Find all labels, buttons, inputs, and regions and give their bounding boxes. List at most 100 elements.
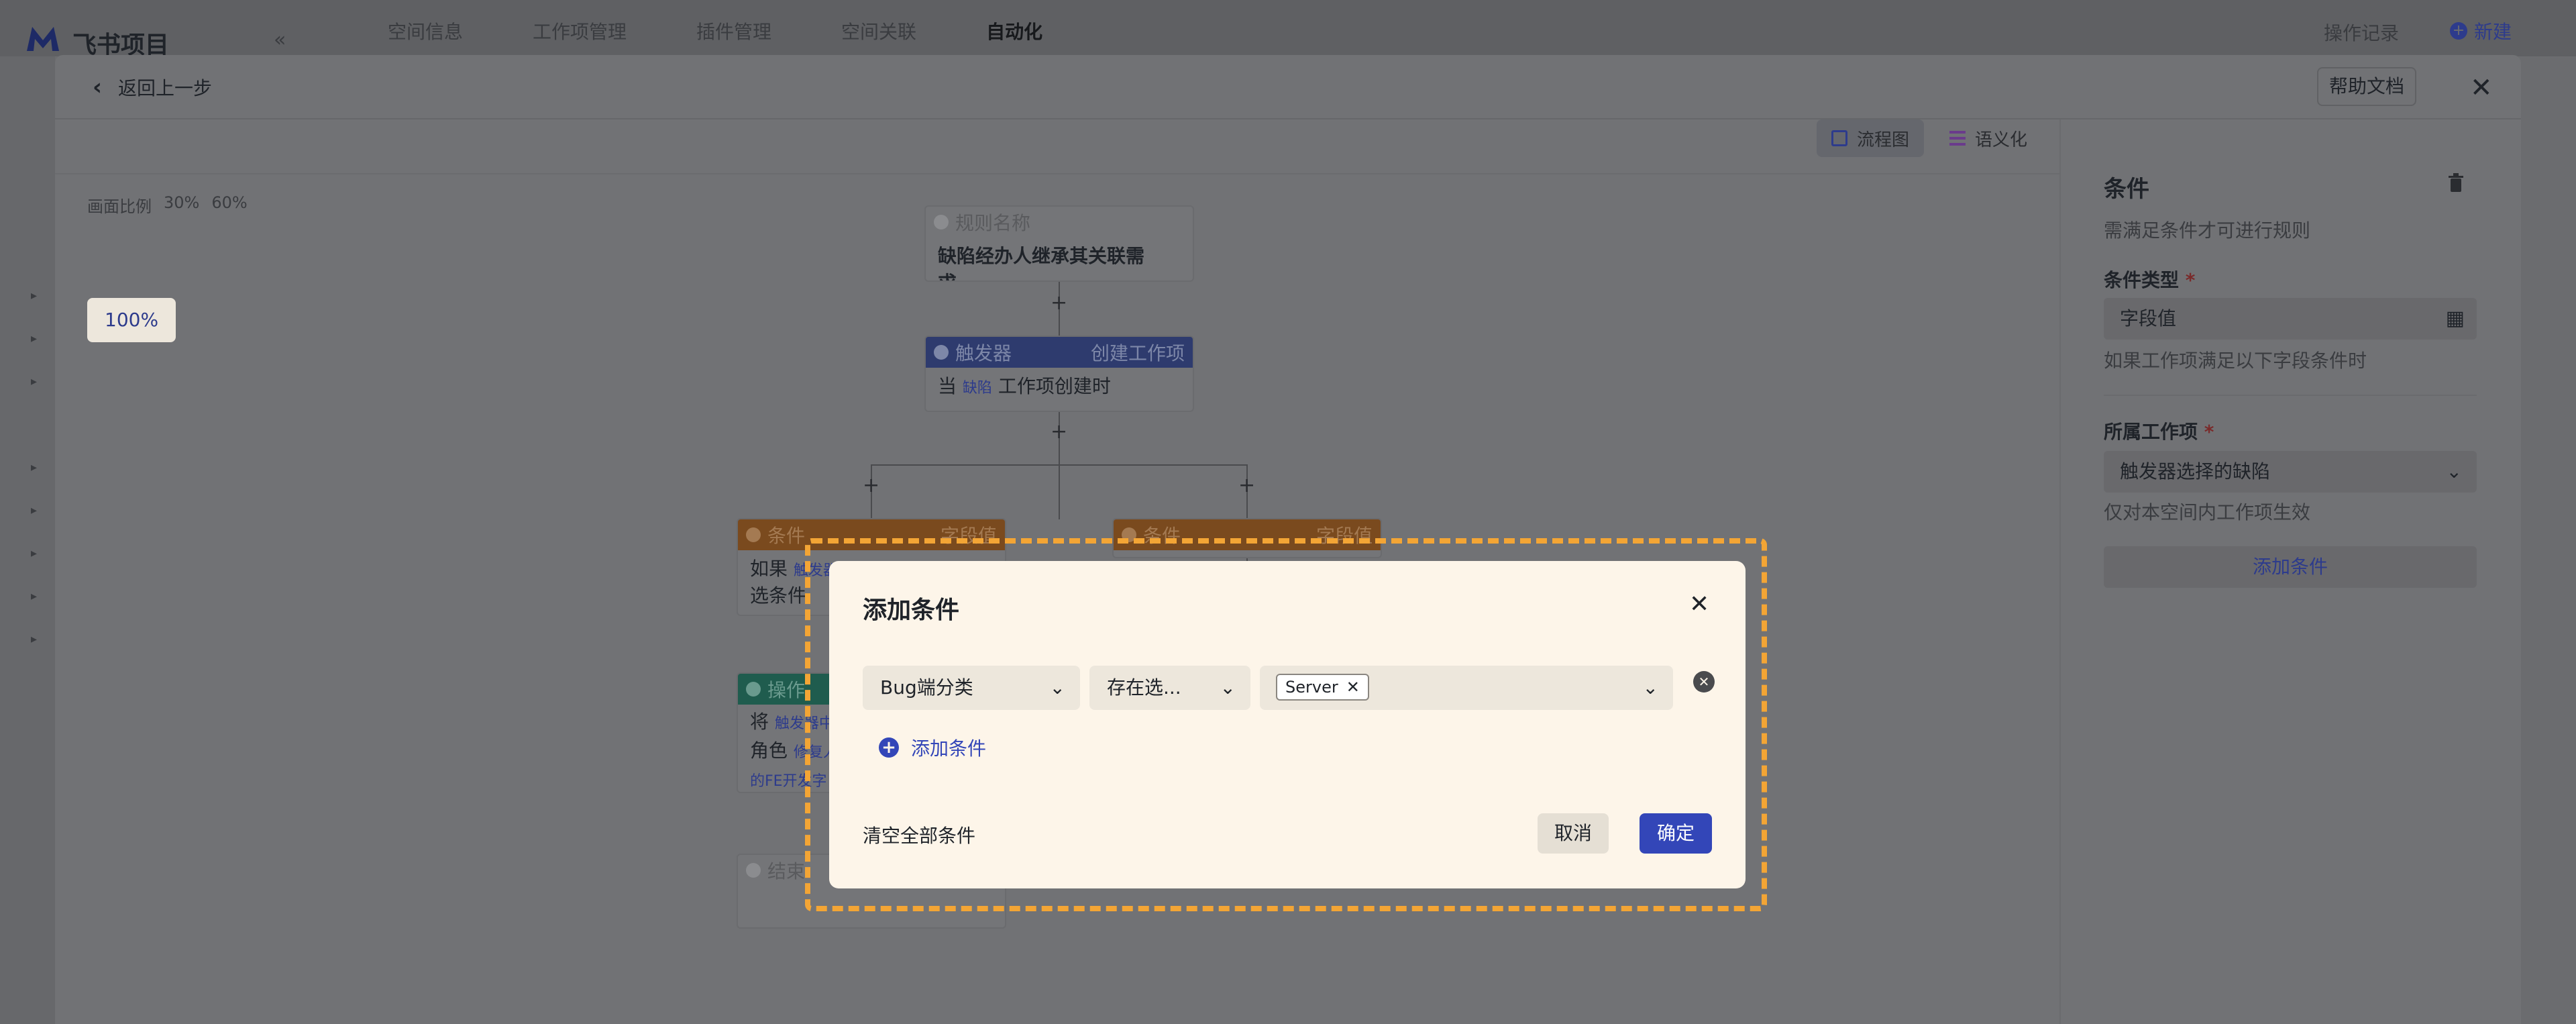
condition-text: 选条件: [750, 584, 807, 607]
add-condition-button[interactable]: 添加条件: [2104, 546, 2477, 588]
divider: [2104, 395, 2477, 396]
zoom-label: 画面比例: [87, 197, 152, 216]
condition-node-title: 条件: [767, 525, 806, 547]
operation-record-link[interactable]: 操作记录: [2324, 19, 2399, 46]
action-icon: [746, 682, 761, 697]
sidebar-arrow-icon[interactable]: ▸: [31, 503, 44, 517]
tab-semantic-label: 语义化: [1974, 130, 2027, 150]
top-nav: 空间信息 工作项管理 插件管理 空间关联 自动化: [388, 17, 1112, 44]
zoom-100[interactable]: 100%: [87, 298, 176, 342]
condition-type-select[interactable]: 字段值 ▦: [2104, 298, 2477, 340]
config-title: 条件: [2104, 176, 2149, 203]
trigger-node-title: 触发器: [955, 342, 1012, 364]
sidebar-arrow-icon[interactable]: ▸: [31, 546, 44, 560]
back-button[interactable]: ‹ 返回上一步: [93, 74, 212, 101]
nav-space-link[interactable]: 空间关联: [841, 17, 916, 44]
rule-node-body: 缺陷经办人继承其关联需求...: [938, 245, 1145, 280]
add-node-icon[interactable]: +: [1051, 420, 1067, 444]
sidebar-arrow-icon[interactable]: ▸: [31, 460, 44, 474]
zoom-control: 画面比例 30% 60% 100%: [87, 193, 248, 342]
confirm-button[interactable]: 确定: [1640, 813, 1712, 854]
chevron-down-icon: ⌄: [2446, 460, 2462, 482]
config-description: 需满足条件才可进行规则: [2104, 219, 2311, 242]
collapse-icon[interactable]: «: [274, 28, 286, 52]
condition-text: 如果: [750, 558, 788, 580]
chevron-down-icon: ⌄: [1642, 676, 1658, 699]
rule-node-title: 规则名称: [955, 212, 1031, 234]
trigger-node-head: 触发器 创建工作项: [926, 337, 1193, 368]
value-chip-label: Server: [1285, 678, 1338, 697]
operator-value: 存在选...: [1107, 676, 1181, 699]
sidebar-arrow-icon[interactable]: ▸: [31, 374, 44, 389]
app-logo-icon: [27, 27, 59, 51]
sidebar-arrow-icon[interactable]: ▸: [31, 589, 44, 603]
add-node-icon[interactable]: +: [863, 474, 879, 497]
condition-type-label-text: 条件类型: [2104, 269, 2180, 291]
canvas-toolbar: [55, 121, 2059, 174]
sidebar-arrow-icon[interactable]: ▸: [31, 289, 44, 303]
work-item-value: 触发器选择的缺陷: [2120, 460, 2271, 482]
sidebar-arrow-icon[interactable]: ▸: [31, 331, 44, 346]
add-condition-link[interactable]: + 添加条件: [879, 734, 986, 761]
trigger-node[interactable]: 触发器 创建工作项 当 缺陷 工作项创建时: [924, 336, 1194, 412]
field-select[interactable]: Bug端分类 ⌄: [863, 666, 1080, 710]
add-node-icon[interactable]: +: [1238, 474, 1255, 497]
trash-icon[interactable]: [2447, 173, 2465, 192]
add-condition-dialog: 添加条件 ✕ Bug端分类 ⌄ 存在选... ⌄ Server ✕ ⌄ ✕ + …: [829, 561, 1746, 888]
sidebar-arrow-icon[interactable]: ▸: [31, 632, 44, 646]
rule-node-head: 规则名称: [926, 207, 1193, 238]
new-button[interactable]: + 新建: [2450, 17, 2512, 44]
cancel-button[interactable]: 取消: [1538, 813, 1609, 854]
plus-icon: +: [2450, 22, 2467, 40]
end-node-title: 结束: [767, 860, 806, 882]
chevron-down-icon: ⌄: [1220, 676, 1236, 699]
tab-flow-label: 流程图: [1856, 130, 1909, 150]
add-condition-label: 添加条件: [911, 737, 987, 760]
condition-type-label: 条件类型 *: [2104, 266, 2195, 293]
action-text: 角色: [750, 739, 788, 762]
flowchart-icon: [1831, 130, 1847, 146]
close-icon[interactable]: ✕: [1689, 591, 1709, 618]
dialog-title: 添加条件: [863, 597, 960, 624]
work-item-select[interactable]: 触发器选择的缺陷 ⌄: [2104, 451, 2477, 493]
zoom-30[interactable]: 30%: [164, 193, 199, 217]
work-item-note: 仅对本空间内工作项生效: [2104, 501, 2311, 523]
field-value: Bug端分类: [880, 676, 973, 699]
close-icon[interactable]: ✕: [2470, 72, 2493, 103]
new-button-label: 新建: [2474, 21, 2512, 43]
stop-icon: [746, 863, 761, 878]
required-mark: *: [2204, 421, 2214, 443]
nav-workitem[interactable]: 工作项管理: [533, 17, 627, 44]
sidebar: ▸ ▸ ▸ ▸ ▸ ▸ ▸ ▸: [0, 56, 55, 1024]
trigger-text: 当: [938, 375, 957, 397]
chevron-down-icon: ⌄: [1049, 676, 1065, 699]
help-doc-button[interactable]: 帮助文档: [2317, 67, 2416, 106]
chevron-left-icon: ‹: [93, 74, 103, 101]
action-text: 将: [750, 711, 769, 733]
clear-all-conditions-button[interactable]: 清空全部条件: [863, 821, 975, 848]
tab-semantic-view[interactable]: 语义化: [1941, 119, 2035, 157]
rule-name-node[interactable]: 规则名称 缺陷经办人继承其关联需求...: [924, 205, 1194, 282]
remove-condition-icon[interactable]: ✕: [1693, 671, 1715, 693]
filter-icon: [746, 527, 761, 542]
trigger-node-body: 当 缺陷 工作项创建时: [926, 368, 1193, 403]
nav-space-info[interactable]: 空间信息: [388, 17, 463, 44]
trigger-item-chip: 缺陷: [962, 380, 992, 397]
list-icon: [1949, 131, 1966, 146]
nav-automation[interactable]: 自动化: [986, 17, 1042, 44]
nav-plugin[interactable]: 插件管理: [696, 17, 771, 44]
trigger-icon: [934, 345, 949, 360]
connector: [871, 464, 1246, 466]
value-select[interactable]: Server ✕ ⌄: [1260, 666, 1673, 710]
value-chip: Server ✕: [1276, 674, 1369, 701]
divider: [2059, 119, 2061, 1024]
tab-flow-view[interactable]: 流程图: [1817, 119, 1924, 157]
add-node-icon[interactable]: +: [1051, 291, 1067, 315]
remove-chip-icon[interactable]: ✕: [1346, 675, 1360, 699]
zoom-60[interactable]: 60%: [211, 193, 247, 217]
panel-header: ‹ 返回上一步 帮助文档 ✕: [55, 55, 2521, 119]
grid-icon: ▦: [2445, 307, 2465, 330]
back-label: 返回上一步: [118, 77, 213, 99]
required-mark: *: [2185, 269, 2196, 291]
operator-select[interactable]: 存在选... ⌄: [1089, 666, 1250, 710]
